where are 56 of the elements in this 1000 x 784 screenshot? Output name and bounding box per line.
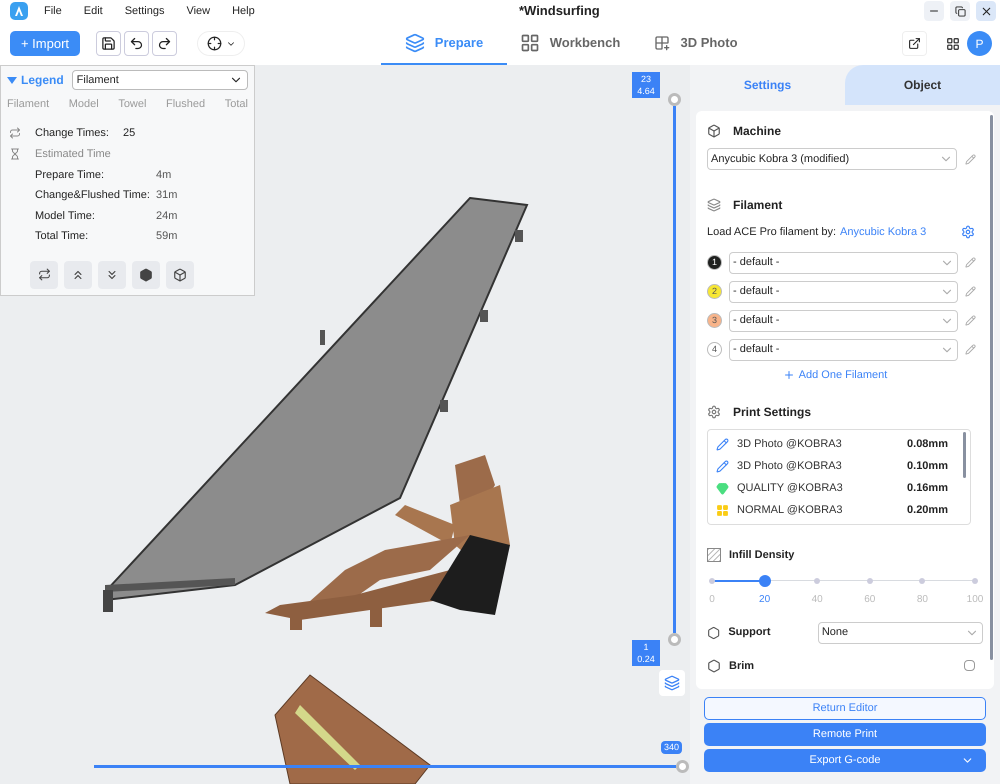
tick-label: 60 [864, 592, 876, 606]
time-value: 59m [156, 229, 178, 244]
material-select[interactable]: - default - [729, 252, 958, 274]
mode-tab[interactable]: 3D Photo [633, 22, 759, 65]
load-text: Load ACE Pro filament by: [707, 225, 836, 240]
support-dropdown[interactable]: None [818, 622, 983, 644]
menu-item[interactable]: Settings [124, 2, 164, 20]
estimated-time-label: Estimated Time [35, 147, 111, 162]
column-header: Filament [7, 97, 50, 112]
menu-item[interactable]: File [44, 2, 62, 20]
machine-dropdown[interactable]: Anycubic Kobra 3 (modified) [707, 148, 957, 170]
tick-label: 100 [966, 592, 984, 606]
column-header: Towel [118, 97, 146, 112]
section-title: Brim [729, 658, 756, 674]
menu-item[interactable]: Edit [84, 2, 103, 20]
time-label: Total Time: [35, 229, 90, 244]
column-header: Total [224, 97, 248, 112]
change-times-value: 25 [122, 126, 136, 140]
action-button[interactable]: Export G-code [704, 749, 986, 772]
panel-tab[interactable]: Object [845, 65, 1000, 105]
layer-tooltip: 1 0.24 [632, 640, 660, 666]
material-select[interactable]: - default - [729, 338, 958, 360]
column-header: Flushed [166, 97, 206, 112]
time-value: 24m [156, 208, 178, 224]
section-title: Filament [733, 197, 782, 214]
move-tooltip: 340 [661, 741, 682, 754]
section-title: Machine [733, 123, 782, 140]
time-value: 31m [156, 188, 178, 203]
mode-tab[interactable]: Workbench [507, 22, 633, 65]
time-label: Change&Flushed Time: [35, 188, 151, 203]
material-select[interactable]: - default - [729, 310, 958, 332]
column-header: Model [68, 97, 99, 112]
menu-item[interactable]: Help [232, 2, 255, 20]
tick-label: 0 [709, 592, 715, 606]
preset-row[interactable]: NORMAL @KOBRA3 0.20mm [716, 499, 962, 521]
time-value: 4m [156, 168, 172, 182]
section-title: Print Settings [733, 404, 812, 421]
preset-row[interactable]: 3D Photo @KOBRA3 0.08mm [716, 433, 962, 455]
change-times-label: Change Times: [35, 126, 109, 140]
time-label: Prepare Time: [35, 168, 106, 182]
material-select[interactable]: - default - [729, 280, 958, 302]
tick-label: 20 [759, 592, 770, 606]
section-title: Infill Density [729, 548, 794, 563]
menu-item[interactable]: View [186, 2, 210, 20]
time-label: Model Time: [35, 208, 96, 224]
printer-link[interactable]: Anycubic Kobra 3 [840, 224, 926, 240]
layer-tooltip: 23 4.64 [632, 72, 660, 98]
preset-row[interactable]: QUALITY @KOBRA3 0.16mm [716, 477, 962, 499]
add-filament-button[interactable]: Add One Filament [782, 366, 888, 383]
tick-label: 40 [812, 592, 823, 606]
section-title: Support [728, 625, 772, 640]
legend-mode-dropdown[interactable]: Filament [72, 70, 248, 90]
window-title: *Windsurfing [518, 2, 600, 20]
preset-row[interactable]: 3D Photo @KOBRA3 0.10mm [716, 455, 962, 477]
tick-label: 80 [916, 592, 928, 606]
action-button[interactable]: Remote Print [704, 723, 986, 746]
